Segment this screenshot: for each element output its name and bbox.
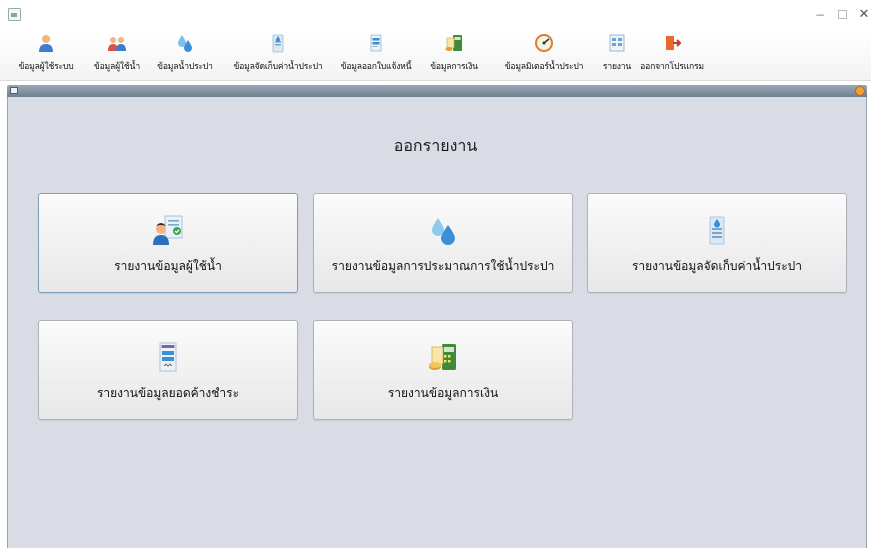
- close-button[interactable]: ✕: [852, 8, 871, 22]
- finance-icon: [429, 344, 456, 370]
- toolbar-water-users-button[interactable]: ข้อมูลผู้ใช้น้ำ: [86, 33, 148, 77]
- report-water-fee-button[interactable]: รายงานข้อมูลจัดเก็บค่าน้ำประปา: [587, 193, 847, 293]
- app-icon: [8, 8, 21, 21]
- toolbar-user-label: ข้อมูลผู้ใช้ระบบ: [18, 62, 74, 72]
- report-outstanding-label: รายงานข้อมูลยอดค้างชำระ: [96, 386, 240, 400]
- internal-frame-titlebar: [7, 85, 867, 97]
- water-user-report-icon: [153, 215, 183, 245]
- report-outstanding-button[interactable]: รายงานข้อมูลยอดค้างชำระ: [38, 320, 298, 420]
- maximize-icon: [837, 10, 847, 19]
- frame-restore-button[interactable]: [855, 86, 865, 96]
- toolbar-finance-label: ข้อมูลการเงิน: [430, 62, 478, 72]
- report-water-fee-label: รายงานข้อมูลจัดเก็บค่าน้ำประปา: [631, 259, 803, 273]
- water-drops-icon: [178, 35, 192, 52]
- report-water-estimate-button[interactable]: รายงานข้อมูลการประมาณการใช้น้ำประปา: [313, 193, 573, 293]
- water-bottle-icon: [272, 34, 284, 53]
- meter-gauge-icon: [535, 34, 553, 52]
- toolbar-water-users-label: ข้อมูลผู้ใช้น้ำ: [93, 62, 141, 72]
- report-finance-button[interactable]: รายงานข้อมูลการเงิน: [313, 320, 573, 420]
- window-titlebar: − ✕: [0, 0, 871, 30]
- report-water-users-button[interactable]: รายงานข้อมูลผู้ใช้น้ำ: [38, 193, 298, 293]
- toolbar-meter-label: ข้อมูลมิเตอร์น้ำประปา: [504, 62, 584, 72]
- toolbar-user-button[interactable]: ข้อมูลผู้ใช้ระบบ: [8, 33, 84, 77]
- report-water-users-label: รายงานข้อมูลผู้ใช้น้ำ: [114, 259, 222, 273]
- exit-icon: [666, 36, 682, 50]
- water-drops-icon: [432, 218, 455, 245]
- users-group-icon: [108, 37, 126, 51]
- invoice-icon: [370, 34, 382, 52]
- report-finance-label: รายงานข้อมูลการเงิน: [387, 386, 499, 400]
- finance-icon: [445, 35, 462, 51]
- toolbar-report-button[interactable]: รายงาน: [598, 33, 636, 77]
- minimize-button[interactable]: −: [808, 8, 832, 22]
- toolbar-water-button[interactable]: ข้อมูลน้ำประปา: [150, 33, 220, 77]
- page-title: ออกรายงาน: [393, 136, 478, 155]
- report-icon: [609, 34, 625, 52]
- toolbar-invoice-button[interactable]: ข้อมูลออกใบแจ้งหนี้: [336, 33, 416, 77]
- toolbar-report-label: รายงาน: [602, 62, 632, 72]
- toolbar-exit-button[interactable]: ออกจากโปรแกรม: [638, 33, 706, 77]
- main-toolbar: ข้อมูลผู้ใช้ระบบ ข้อมูลผู้ใช้น้ำ ข้อมูลน…: [0, 30, 871, 81]
- toolbar-meter-button[interactable]: ข้อมูลมิเตอร์น้ำประปา: [494, 33, 594, 77]
- user-icon: [39, 35, 53, 52]
- toolbar-invoice-label: ข้อมูลออกใบแจ้งหนี้: [340, 62, 412, 72]
- frame-icon: [10, 87, 18, 94]
- maximize-button[interactable]: [830, 8, 854, 22]
- water-bottle-icon: [709, 216, 725, 245]
- toolbar-water-label: ข้อมูลน้ำประปา: [157, 62, 213, 72]
- toolbar-water-fee-button[interactable]: ข้อมูลจัดเก็บค่าน้ำประปา: [223, 33, 333, 77]
- toolbar-water-fee-label: ข้อมูลจัดเก็บค่าน้ำประปา: [233, 62, 323, 72]
- report-water-estimate-label: รายงานข้อมูลการประมาณการใช้น้ำประปา: [331, 259, 555, 273]
- toolbar-exit-label: ออกจากโปรแกรม: [640, 62, 704, 72]
- toolbar-finance-button[interactable]: ข้อมูลการเงิน: [418, 33, 490, 77]
- invoice-icon: [159, 342, 177, 372]
